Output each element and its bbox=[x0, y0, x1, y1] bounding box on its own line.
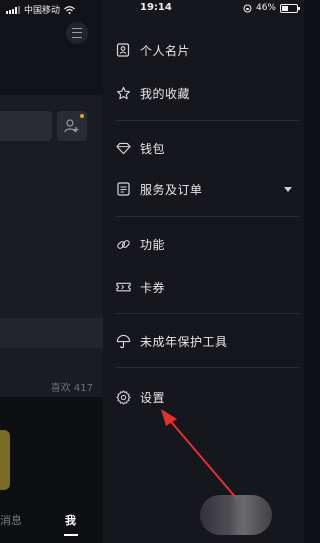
diamond-wallet-icon bbox=[115, 140, 131, 156]
menu-item-minor-protection[interactable]: 未成年保护工具 bbox=[103, 326, 304, 356]
menu-button[interactable] bbox=[66, 22, 88, 44]
menu-item-wallet[interactable]: 钱包 bbox=[103, 133, 304, 163]
battery-icon bbox=[280, 3, 300, 13]
star-icon bbox=[115, 85, 131, 101]
link-icon bbox=[115, 236, 131, 252]
gear-icon bbox=[115, 389, 131, 405]
active-tab-indicator bbox=[64, 534, 78, 536]
likes-count[interactable]: 喜欢 417 bbox=[51, 379, 93, 394]
menu-item-label: 钱包 bbox=[140, 141, 166, 156]
annotation-arrow-icon bbox=[161, 409, 238, 500]
menu-item-services-orders[interactable]: 服务及订单 bbox=[103, 174, 304, 204]
signal-icon bbox=[6, 5, 20, 14]
menu-item-label: 个人名片 bbox=[140, 43, 191, 58]
add-friend-icon bbox=[64, 119, 79, 133]
umbrella-icon bbox=[115, 333, 131, 349]
status-bar: 中国移动 19:14 46% bbox=[0, 0, 304, 18]
menu-item-personal-card[interactable]: 个人名片 bbox=[103, 35, 304, 65]
ticket-icon bbox=[115, 279, 131, 295]
menu-item-label: 设置 bbox=[140, 390, 166, 405]
background-profile-page: 喜欢 417 消息 我 bbox=[0, 0, 103, 543]
menu-item-coupons[interactable]: 卡券 bbox=[103, 272, 304, 302]
menu-item-features[interactable]: 功能 bbox=[103, 229, 304, 259]
side-drawer-menu: 个人名片 我的收藏 钱包 服务及订单 功能 卡券 未成年保护工具 设置 bbox=[103, 0, 304, 543]
order-list-icon bbox=[115, 181, 131, 197]
blurred-overlay bbox=[200, 495, 272, 535]
menu-divider bbox=[115, 216, 300, 217]
menu-divider bbox=[115, 313, 300, 314]
tab-messages[interactable]: 消息 bbox=[0, 512, 22, 528]
menu-divider bbox=[115, 120, 300, 121]
menu-item-label: 功能 bbox=[140, 237, 166, 252]
battery-percent: 46% bbox=[255, 3, 276, 13]
profile-banner bbox=[0, 318, 103, 348]
content-card[interactable] bbox=[0, 430, 10, 490]
hamburger-icon bbox=[72, 28, 82, 38]
menu-divider bbox=[115, 367, 300, 368]
id-card-icon bbox=[115, 42, 131, 58]
notification-dot bbox=[80, 114, 84, 118]
chevron-down-icon[interactable] bbox=[284, 186, 292, 192]
add-friend-button[interactable] bbox=[57, 111, 87, 141]
carrier-name: 中国移动 bbox=[24, 6, 61, 16]
clock: 19:14 bbox=[140, 2, 172, 13]
tab-me[interactable]: 我 bbox=[65, 512, 76, 528]
menu-item-label: 我的收藏 bbox=[140, 86, 191, 101]
menu-item-label: 未成年保护工具 bbox=[140, 334, 228, 349]
wifi-icon bbox=[64, 5, 75, 14]
menu-item-favorites[interactable]: 我的收藏 bbox=[103, 78, 304, 108]
menu-item-label: 卡券 bbox=[140, 280, 166, 295]
rotation-lock-icon bbox=[243, 4, 252, 12]
edit-profile-button[interactable] bbox=[0, 111, 52, 141]
menu-item-label: 服务及订单 bbox=[140, 182, 203, 197]
